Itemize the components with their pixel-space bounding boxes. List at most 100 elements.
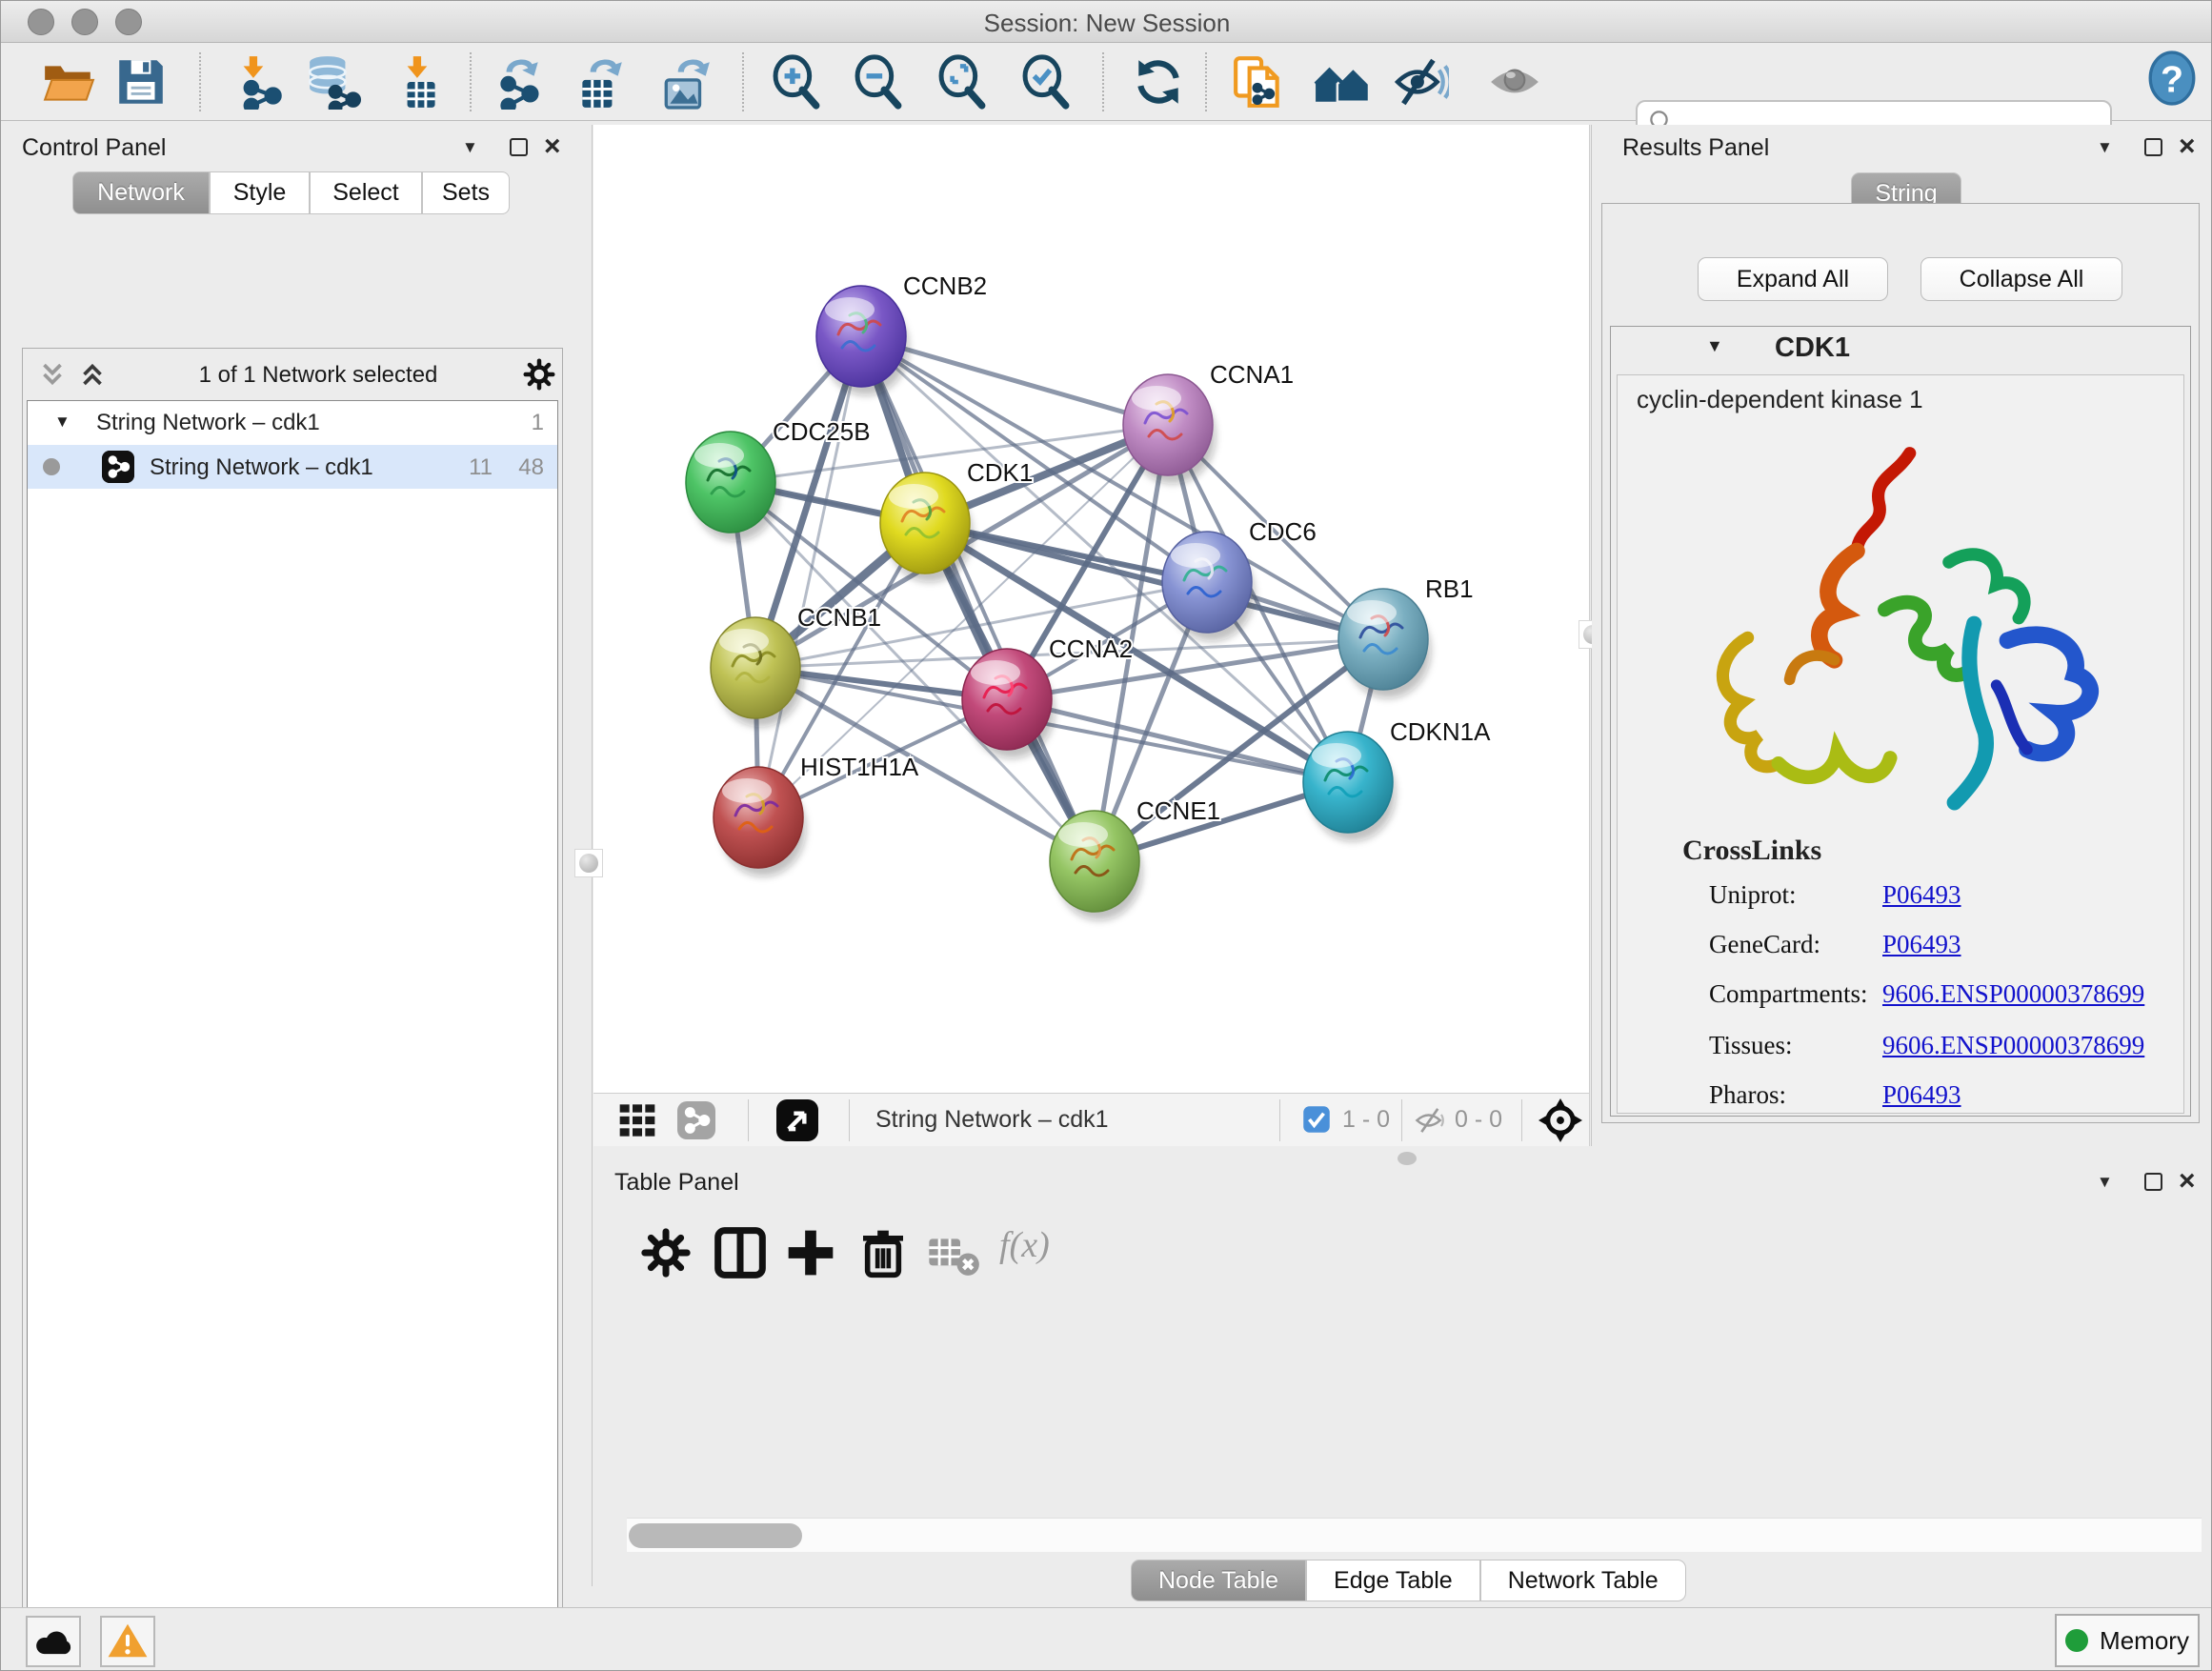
tab-style[interactable]: Style [210, 171, 310, 214]
current-network-name: String Network – cdk1 [875, 1106, 1109, 1134]
network-row[interactable]: String Network – cdk1 11 48 [28, 445, 557, 489]
table-tabs: Node Table Edge Table Network Table [1131, 1560, 1686, 1601]
houses-icon [1314, 54, 1369, 110]
gene-detail-card: cyclin-dependent kinase 1 [1617, 374, 2184, 1114]
control-panel-float-button[interactable] [510, 138, 528, 156]
node-label: HIST1H1A [800, 753, 919, 781]
network-collection-row[interactable]: ▼ String Network – cdk1 1 [28, 401, 557, 445]
crosslink-label: Tissues: [1709, 1031, 1793, 1060]
function-builder-button[interactable]: f(x) [999, 1224, 1050, 1266]
zoom-fit-button[interactable] [935, 54, 990, 110]
network-graph[interactable]: CCNB2CCNA1CDC25BCDK1CDC6RB1CCNB1CCNA2CDK… [593, 125, 1590, 1093]
import-network-from-database-button[interactable] [306, 54, 361, 110]
node-CCNE1[interactable]: CCNE1 [1050, 796, 1220, 920]
crosslink-label: GeneCard: [1709, 930, 1820, 959]
delete-table-button[interactable] [927, 1230, 980, 1283]
zoom-out-button[interactable] [851, 54, 906, 110]
network-selection-status: 1 of 1 Network selected [128, 362, 509, 389]
crosslink-tissues-link[interactable]: 9606.ENSP00000378699 [1882, 1031, 2144, 1060]
network-canvas[interactable]: CCNB2CCNA1CDC25BCDK1CDC6RB1CCNB1CCNA2CDK… [593, 125, 1590, 1093]
zoom-selected-button[interactable] [1018, 54, 1074, 110]
table-panel-float-button[interactable] [2144, 1173, 2162, 1191]
crosslink-uniprot-link[interactable]: P06493 [1882, 880, 1961, 910]
crosslink-label: Uniprot: [1709, 880, 1797, 910]
import-network-button[interactable] [228, 54, 283, 110]
gene-symbol: CDK1 [1775, 332, 1850, 364]
help-button[interactable]: ? [2144, 50, 2200, 106]
table-options-button[interactable] [639, 1226, 693, 1279]
crosslink-pharos-link[interactable]: P06493 [1882, 1080, 1961, 1110]
export-table-button[interactable] [573, 54, 628, 110]
zoom-in-button[interactable] [769, 54, 824, 110]
warnings-button[interactable] [100, 1616, 155, 1667]
results-panel-menu-button[interactable]: ▼ [2097, 138, 2113, 157]
export-network-button[interactable] [491, 54, 546, 110]
detach-view-button[interactable] [776, 1099, 818, 1146]
show-all-button[interactable] [1487, 54, 1542, 110]
toolbar-separator [742, 52, 744, 111]
grid-view-button[interactable] [618, 1101, 656, 1144]
title-bar: Session: New Session [1, 1, 2212, 43]
node-CCNA2[interactable]: CCNA2 [962, 634, 1133, 758]
results-panel-close-button[interactable]: × [2179, 137, 2196, 155]
selected-checkbox[interactable] [1302, 1105, 1331, 1138]
refresh-button[interactable] [1131, 54, 1186, 110]
node-RB1[interactable]: RB1 [1338, 574, 1474, 698]
hide-selected-button[interactable] [1394, 54, 1449, 110]
edge[interactable] [861, 336, 1095, 861]
collection-expand-icon[interactable]: ▼ [54, 413, 70, 432]
toolbar-separator [470, 52, 472, 111]
table-horizontal-scrollbar[interactable] [627, 1518, 2202, 1552]
network-view-button[interactable] [677, 1101, 715, 1144]
crosslinks-heading: CrossLinks [1682, 835, 1821, 867]
export-image-icon [658, 54, 714, 110]
gene-collapse-icon[interactable]: ▼ [1706, 336, 1723, 356]
control-panel-close-button[interactable]: × [544, 137, 561, 155]
tab-node-table[interactable]: Node Table [1131, 1560, 1306, 1601]
tab-edge-table[interactable]: Edge Table [1306, 1560, 1480, 1601]
clone-network-button[interactable] [1232, 54, 1287, 110]
toolbar-separator [849, 1099, 850, 1141]
crosslink-compartments-link[interactable]: 9606.ENSP00000378699 [1882, 979, 2144, 1009]
show-columns-button[interactable] [714, 1226, 767, 1279]
first-neighbors-button[interactable] [1314, 54, 1369, 110]
tab-network[interactable]: Network [72, 171, 210, 214]
tab-sets[interactable]: Sets [422, 171, 510, 214]
left-splitter-handle[interactable] [574, 849, 603, 877]
crosslink-genecard-link[interactable]: P06493 [1882, 930, 1961, 959]
collapse-all-button[interactable]: Collapse All [1920, 257, 2122, 301]
node-CCNB2[interactable]: CCNB2 [816, 272, 987, 395]
network-panel-options-button[interactable] [522, 357, 556, 396]
gene-description: cyclin-dependent kinase 1 [1637, 385, 1923, 414]
save-session-button[interactable] [113, 54, 169, 110]
toolbar-separator [199, 52, 201, 111]
expand-all-networks-button[interactable] [76, 358, 109, 395]
table-panel-close-button[interactable]: × [2179, 1172, 2196, 1190]
node-CDC25B[interactable]: CDC25B [686, 417, 871, 541]
results-panel-float-button[interactable] [2144, 138, 2162, 156]
node-CDC6[interactable]: CDC6 [1162, 517, 1317, 641]
gear-icon [639, 1226, 693, 1279]
collapse-all-networks-button[interactable] [36, 358, 69, 395]
import-table-icon [392, 54, 447, 110]
birds-eye-view-button[interactable] [1538, 1098, 1582, 1147]
open-session-button[interactable] [41, 54, 96, 110]
table-panel-menu-button[interactable]: ▼ [2097, 1173, 2113, 1192]
import-table-button[interactable] [392, 54, 447, 110]
node-HIST1H1A[interactable]: HIST1H1A [714, 753, 919, 876]
cloud-status-button[interactable] [26, 1616, 81, 1667]
node-CCNB1[interactable]: CCNB1 [711, 603, 881, 727]
export-image-button[interactable] [658, 54, 714, 110]
edge[interactable] [758, 336, 861, 817]
scrollbar-thumb[interactable] [629, 1523, 802, 1548]
expand-all-button[interactable]: Expand All [1698, 257, 1888, 301]
memory-button[interactable]: Memory [2055, 1614, 2200, 1667]
tab-network-table[interactable]: Network Table [1480, 1560, 1686, 1601]
tab-select[interactable]: Select [310, 171, 422, 214]
table-panel-title: Table Panel [614, 1169, 739, 1197]
node-CDKN1A[interactable]: CDKN1A [1303, 717, 1491, 841]
create-column-button[interactable] [784, 1226, 837, 1279]
delete-column-button[interactable] [856, 1226, 910, 1279]
gene-section: ▼ CDK1 cyclin-dependent kinase 1 [1610, 326, 2191, 1117]
control-panel-menu-button[interactable]: ▼ [462, 138, 478, 157]
